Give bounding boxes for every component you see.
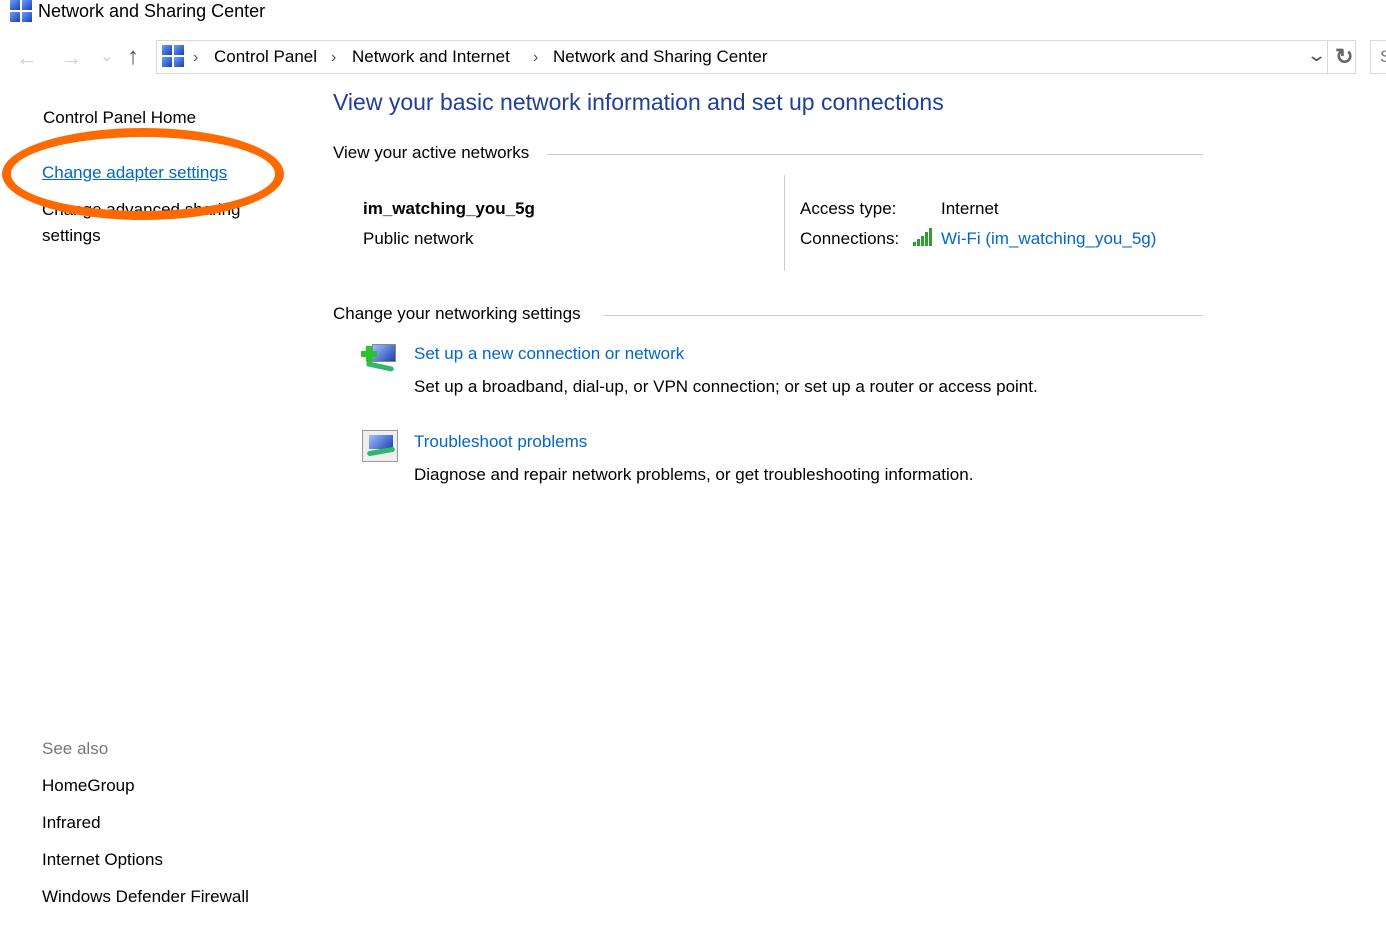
control-panel-icon xyxy=(162,45,184,67)
wifi-connection-link[interactable]: Wi-Fi (im_watching_you_5g) xyxy=(941,229,1156,249)
network-name: im_watching_you_5g xyxy=(363,199,535,218)
see-also-internet-options[interactable]: Internet Options xyxy=(42,850,163,870)
search-input[interactable]: S xyxy=(1370,40,1386,74)
troubleshoot-icon xyxy=(362,430,398,462)
back-button[interactable]: ← xyxy=(16,45,38,71)
network-type[interactable]: Public network xyxy=(363,229,474,249)
network-center-icon xyxy=(10,0,32,22)
see-also-label: See also xyxy=(42,739,109,758)
window-title: Network and Sharing Center xyxy=(38,1,266,21)
new-connection-icon xyxy=(361,340,398,372)
chevron-right-icon: › xyxy=(533,49,539,66)
breadcrumb-control-panel[interactable]: Control Panel xyxy=(214,47,317,67)
see-also-homegroup[interactable]: HomeGroup xyxy=(42,776,135,796)
page-title: View your basic network information and … xyxy=(333,89,944,115)
setup-connection-link[interactable]: Set up a new connection or network xyxy=(414,344,684,364)
breadcrumb-sharing-center[interactable]: Network and Sharing Center xyxy=(553,47,768,67)
chevron-right-icon: › xyxy=(331,49,337,66)
annotation-circle xyxy=(2,128,284,220)
networking-settings-heading: Change your networking settings xyxy=(333,304,581,323)
troubleshoot-description: Diagnose and repair network problems, or… xyxy=(414,465,974,484)
access-type-value: Internet xyxy=(941,199,999,218)
sidebar-change-advanced-sharing-2[interactable]: settings xyxy=(42,226,101,246)
see-also-firewall[interactable]: Windows Defender Firewall xyxy=(42,887,249,907)
breadcrumb-network-internet[interactable]: Network and Internet xyxy=(352,47,510,67)
up-button[interactable]: ↑ xyxy=(127,43,139,71)
refresh-button[interactable]: ↻ xyxy=(1335,44,1353,70)
troubleshoot-link[interactable]: Troubleshoot problems xyxy=(414,432,587,452)
setup-connection-description: Set up a broadband, dial-up, or VPN conn… xyxy=(414,377,1038,396)
active-networks-heading: View your active networks xyxy=(333,143,530,162)
access-type-label: Access type: xyxy=(800,199,897,218)
connections-label: Connections: xyxy=(800,229,900,248)
wifi-signal-icon xyxy=(913,228,935,246)
address-bar[interactable]: › Control Panel › Network and Internet ›… xyxy=(156,40,1356,74)
forward-button[interactable]: → xyxy=(60,45,82,71)
address-dropdown-icon[interactable]: ⌄ xyxy=(1306,45,1327,66)
recent-locations-button[interactable]: ⌄ xyxy=(100,46,113,66)
sidebar-control-panel-home[interactable]: Control Panel Home xyxy=(43,108,196,128)
see-also-infrared[interactable]: Infrared xyxy=(42,813,101,833)
chevron-right-icon: › xyxy=(193,49,199,66)
